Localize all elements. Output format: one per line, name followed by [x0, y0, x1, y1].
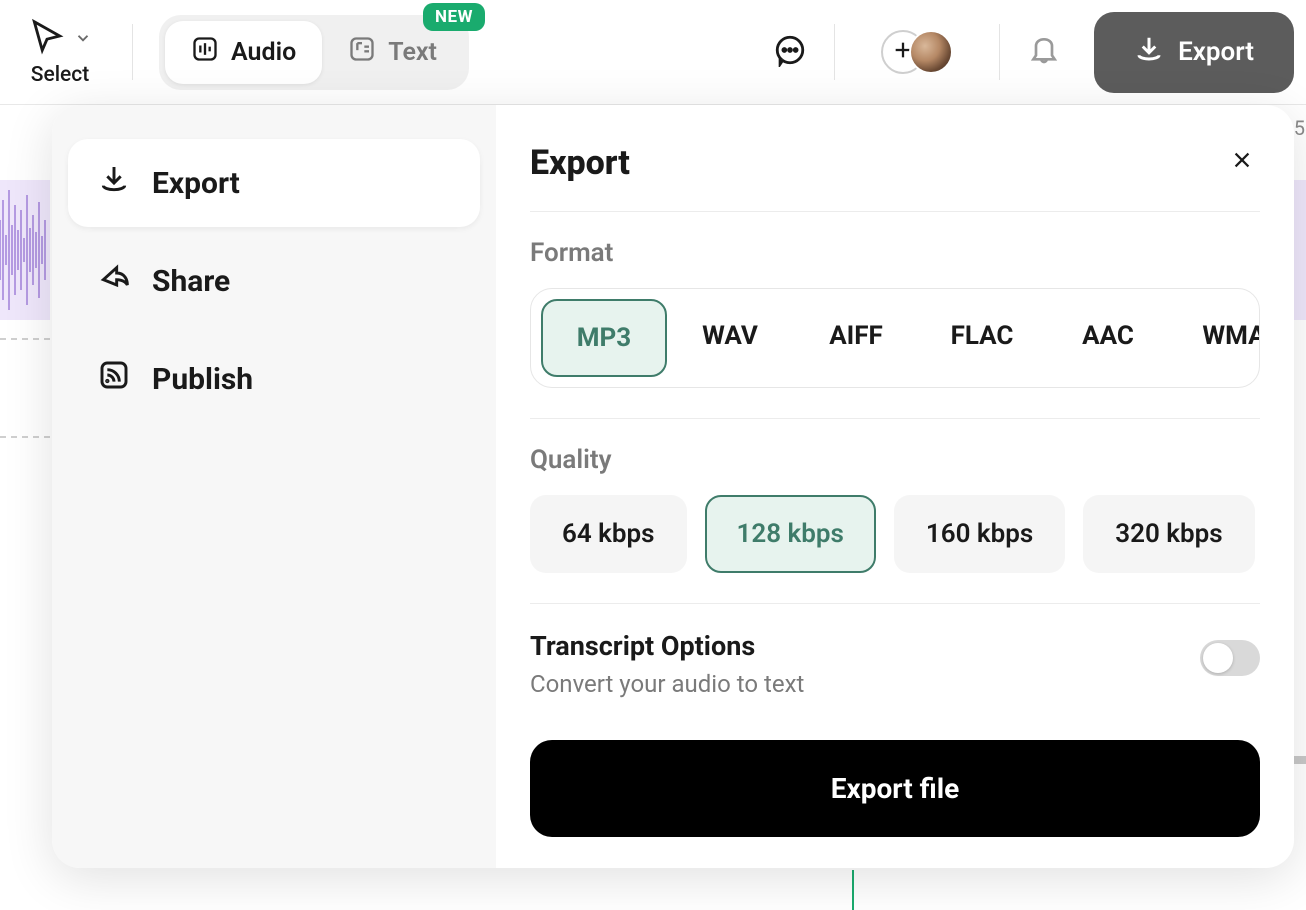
chat-icon	[773, 33, 807, 71]
mode-audio-label: Audio	[231, 38, 296, 67]
playhead[interactable]	[852, 870, 854, 910]
divider	[132, 24, 133, 80]
chat-button[interactable]	[768, 30, 812, 74]
mode-audio-button[interactable]: Audio	[165, 21, 322, 84]
timeline-dash	[0, 436, 50, 438]
timeline-marker	[1292, 756, 1306, 764]
format-option-aac[interactable]: AAC	[1045, 299, 1171, 377]
format-option-wav[interactable]: WAV	[667, 299, 793, 377]
export-file-button[interactable]: Export file	[530, 740, 1260, 837]
dialog-main: Export Format MP3WAVAIFFFLACAACWMA Quali…	[496, 105, 1294, 868]
share-icon	[98, 261, 130, 301]
bell-icon	[1028, 34, 1060, 70]
audio-waveform-icon	[191, 35, 219, 70]
toggle-knob	[1203, 643, 1233, 673]
sidebar-item-label: Publish	[152, 362, 253, 397]
top-toolbar: Select Audio Text NEW	[0, 0, 1306, 105]
text-icon	[348, 35, 376, 70]
close-button[interactable]	[1224, 145, 1260, 181]
transcript-options-title: Transcript Options	[530, 630, 804, 662]
transcript-options-subtitle: Convert your audio to text	[530, 670, 804, 698]
download-icon	[98, 163, 130, 203]
timeline-tick-label: 5	[1294, 116, 1305, 140]
sidebar-item-export[interactable]: Export	[68, 139, 480, 227]
format-option-aiff[interactable]: AIFF	[793, 299, 919, 377]
format-option-mp3[interactable]: MP3	[541, 299, 667, 377]
avatar[interactable]	[909, 30, 953, 74]
divider	[999, 24, 1000, 80]
notifications-button[interactable]	[1022, 30, 1066, 74]
select-tool[interactable]: Select	[28, 17, 92, 87]
waveform-strip-right	[1294, 180, 1306, 320]
format-option-wma[interactable]: WMA	[1171, 299, 1260, 377]
sidebar-item-label: Share	[152, 264, 230, 299]
collaborators[interactable]	[881, 30, 953, 74]
quality-option[interactable]: 128 kbps	[705, 495, 876, 573]
quality-section-label: Quality	[530, 445, 1260, 475]
timeline-dash	[0, 338, 50, 340]
quality-option[interactable]: 160 kbps	[894, 495, 1065, 573]
quality-options: 64 kbps128 kbps160 kbps320 kbps	[530, 495, 1260, 573]
mode-text-label: Text	[388, 38, 437, 67]
format-section-label: Format	[530, 238, 1260, 268]
sidebar-item-publish[interactable]: Publish	[68, 335, 480, 423]
mode-switch: Audio Text NEW	[159, 15, 469, 90]
export-button[interactable]: Export	[1094, 12, 1294, 93]
cursor-icon	[28, 17, 66, 59]
dialog-sidebar: Export Share Publish	[52, 105, 496, 868]
download-icon	[1134, 34, 1164, 71]
transcript-toggle[interactable]	[1200, 640, 1260, 676]
divider	[834, 24, 835, 80]
waveform-strip-left	[0, 180, 50, 320]
select-tool-label: Select	[31, 63, 90, 87]
dialog-title: Export	[530, 143, 630, 183]
sidebar-item-label: Export	[152, 166, 240, 201]
close-icon	[1231, 148, 1253, 178]
format-options: MP3WAVAIFFFLACAACWMA	[530, 288, 1260, 388]
chevron-down-icon	[74, 29, 92, 47]
quality-option[interactable]: 320 kbps	[1083, 495, 1254, 573]
format-option-flac[interactable]: FLAC	[919, 299, 1045, 377]
export-button-label: Export	[1178, 37, 1254, 67]
export-dialog: Export Share Publish Export Format	[52, 105, 1294, 868]
rss-icon	[98, 359, 130, 399]
sidebar-item-share[interactable]: Share	[68, 237, 480, 325]
quality-option[interactable]: 64 kbps	[530, 495, 687, 573]
new-badge: NEW	[423, 3, 485, 31]
